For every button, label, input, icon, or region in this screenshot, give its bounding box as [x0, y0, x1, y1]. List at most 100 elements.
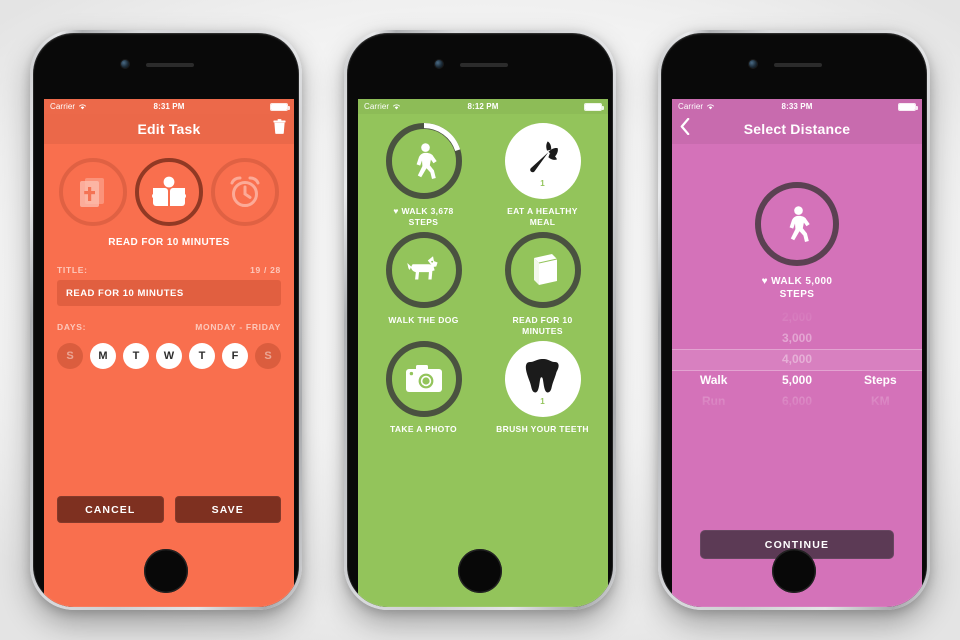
day-selector: S M T W T F S — [44, 343, 294, 369]
earpiece-speaker — [146, 63, 194, 67]
activity-hero-circle — [755, 182, 839, 266]
distance-picker[interactable]: Walk Run 2,000 3,000 4,000 5,000 6,000 S… — [672, 307, 922, 413]
picker-item[interactable] — [839, 349, 922, 370]
task-progress-ring — [385, 341, 462, 417]
picker-item[interactable]: KM — [839, 391, 922, 412]
delete-task-button[interactable] — [273, 119, 286, 139]
task-tile-healthy-meal[interactable]: 1 EAT A HEALTHY MEAL — [483, 123, 602, 228]
task-label-line2: STEPS — [408, 217, 439, 227]
picker-item[interactable]: 2,000 — [755, 307, 838, 328]
carrot-icon — [529, 140, 558, 172]
phone-device-edit-task: Carrier 8:31 PM Edit Task READ FOR 10 MI… — [30, 30, 302, 610]
closed-book-icon — [533, 254, 557, 285]
picker-item[interactable] — [839, 307, 922, 328]
title-char-counter: 19 / 28 — [250, 265, 281, 275]
day-toggle-wednesday[interactable]: W — [156, 343, 182, 369]
task-tile-walk-the-dog[interactable]: WALK THE DOG — [364, 232, 483, 337]
home-button[interactable] — [772, 549, 816, 593]
status-time: 8:33 PM — [781, 102, 813, 111]
front-camera-icon — [435, 60, 443, 68]
task-label-line1: READ FOR 10 — [512, 315, 573, 325]
back-button[interactable] — [680, 117, 690, 140]
icon-option-alarm-clock[interactable] — [211, 158, 279, 226]
picker-item-selected[interactable]: 5,000 — [755, 370, 838, 391]
battery-icon — [270, 102, 290, 111]
task-tile-walk-steps[interactable]: ♥ WALK 3,678 STEPS — [364, 123, 483, 228]
battery-icon — [898, 102, 918, 111]
task-tile-label: ♥ WALK 3,678 STEPS — [393, 206, 453, 228]
status-bar: Carrier 8:31 PM — [44, 99, 294, 114]
picker-item[interactable]: 4,000 — [755, 349, 838, 370]
tooth-icon — [525, 358, 559, 392]
task-icon-picker — [44, 144, 294, 226]
picker-item[interactable] — [672, 349, 755, 370]
form-actions: CANCEL SAVE — [57, 496, 281, 523]
back-chevron-icon — [680, 117, 690, 136]
task-label-line2: MINUTES — [522, 326, 563, 336]
screen-streaks-home: Carrier 8:12 PM ♥ WALK 3,678 STEPS 1 EAT… — [358, 99, 608, 607]
task-grid: ♥ WALK 3,678 STEPS 1 EAT A HEALTHY MEAL … — [358, 114, 608, 435]
status-bar: Carrier 8:33 PM — [672, 99, 922, 114]
status-time: 8:12 PM — [467, 102, 499, 111]
home-button[interactable] — [144, 549, 188, 593]
task-tile-brush-teeth[interactable]: 1 BRUSH YOUR TEETH — [483, 341, 602, 435]
picker-item[interactable] — [672, 412, 755, 413]
picker-item-selected[interactable]: Steps — [839, 370, 922, 391]
task-tile-take-photo[interactable]: TAKE A PHOTO — [364, 341, 483, 435]
task-tile-label: READ FOR 10 MINUTES — [512, 315, 572, 337]
save-button[interactable]: SAVE — [174, 496, 281, 523]
icon-option-open-book[interactable] — [135, 158, 203, 226]
picker-item[interactable]: Run — [672, 391, 755, 412]
picker-item[interactable] — [672, 307, 755, 328]
day-toggle-saturday[interactable]: S — [255, 343, 281, 369]
goal-summary: ♥ WALK 5,000 STEPS — [672, 275, 922, 301]
task-complete-circle: 1 — [504, 123, 581, 199]
home-button[interactable] — [458, 549, 502, 593]
task-count-badge: 1 — [540, 179, 545, 188]
bible-icon — [80, 178, 104, 207]
page-title: Edit Task — [137, 121, 201, 137]
status-time: 8:31 PM — [153, 102, 185, 111]
picker-item[interactable] — [672, 328, 755, 349]
nav-bar: Edit Task — [44, 114, 294, 144]
camera-icon — [405, 365, 442, 392]
picker-column-amount[interactable]: 2,000 3,000 4,000 5,000 6,000 7,000 8,00… — [755, 307, 838, 413]
day-toggle-sunday[interactable]: S — [57, 343, 83, 369]
title-input[interactable]: READ FOR 10 MINUTES — [57, 280, 281, 306]
earpiece-speaker — [774, 63, 822, 67]
task-progress-ring — [504, 232, 581, 308]
day-toggle-tuesday[interactable]: T — [123, 343, 149, 369]
picker-column-unit[interactable]: Steps KM Miles — [839, 307, 922, 413]
days-field-label: DAYS: — [57, 322, 87, 332]
task-tile-label: TAKE A PHOTO — [390, 424, 457, 435]
phone-showcase: Carrier 8:31 PM Edit Task READ FOR 10 MI… — [0, 0, 960, 640]
alarm-clock-icon — [230, 176, 260, 207]
task-label-line1: EAT A HEALTHY — [507, 206, 578, 216]
day-toggle-thursday[interactable]: T — [189, 343, 215, 369]
day-toggle-friday[interactable]: F — [222, 343, 248, 369]
task-label-line1: TAKE A PHOTO — [389, 424, 457, 434]
picker-item[interactable] — [839, 328, 922, 349]
picker-item[interactable]: 3,000 — [755, 328, 838, 349]
task-tile-read[interactable]: READ FOR 10 MINUTES — [483, 232, 602, 337]
nav-bar: Select Distance — [672, 114, 922, 144]
picker-item-selected[interactable]: Walk — [672, 370, 755, 391]
task-label-line2: MEAL — [529, 217, 556, 227]
cancel-button[interactable]: CANCEL — [57, 496, 164, 523]
task-caption: READ FOR 10 MINUTES — [44, 236, 294, 249]
phone-device-select-distance: Carrier 8:33 PM Select Distance ♥ WALK 5… — [658, 30, 930, 610]
icon-option-bible[interactable] — [59, 158, 127, 226]
day-toggle-monday[interactable]: M — [90, 343, 116, 369]
goal-summary-line2: STEPS — [779, 289, 815, 300]
days-summary: MONDAY - FRIDAY — [195, 322, 281, 332]
task-label-line1: WALK THE DOG — [388, 315, 459, 325]
task-progress-ring — [385, 123, 462, 199]
picker-item[interactable]: 6,000 — [755, 391, 838, 412]
battery-icon — [584, 102, 604, 111]
picker-item[interactable]: Miles — [839, 412, 922, 413]
task-label-line1: ♥ WALK 3,678 — [393, 206, 454, 216]
picker-item[interactable]: 7,000 — [755, 412, 838, 413]
phone-device-streaks-home: Carrier 8:12 PM ♥ WALK 3,678 STEPS 1 EAT… — [344, 30, 616, 610]
task-tile-label: BRUSH YOUR TEETH — [496, 424, 589, 435]
picker-column-activity[interactable]: Walk Run — [672, 307, 755, 413]
